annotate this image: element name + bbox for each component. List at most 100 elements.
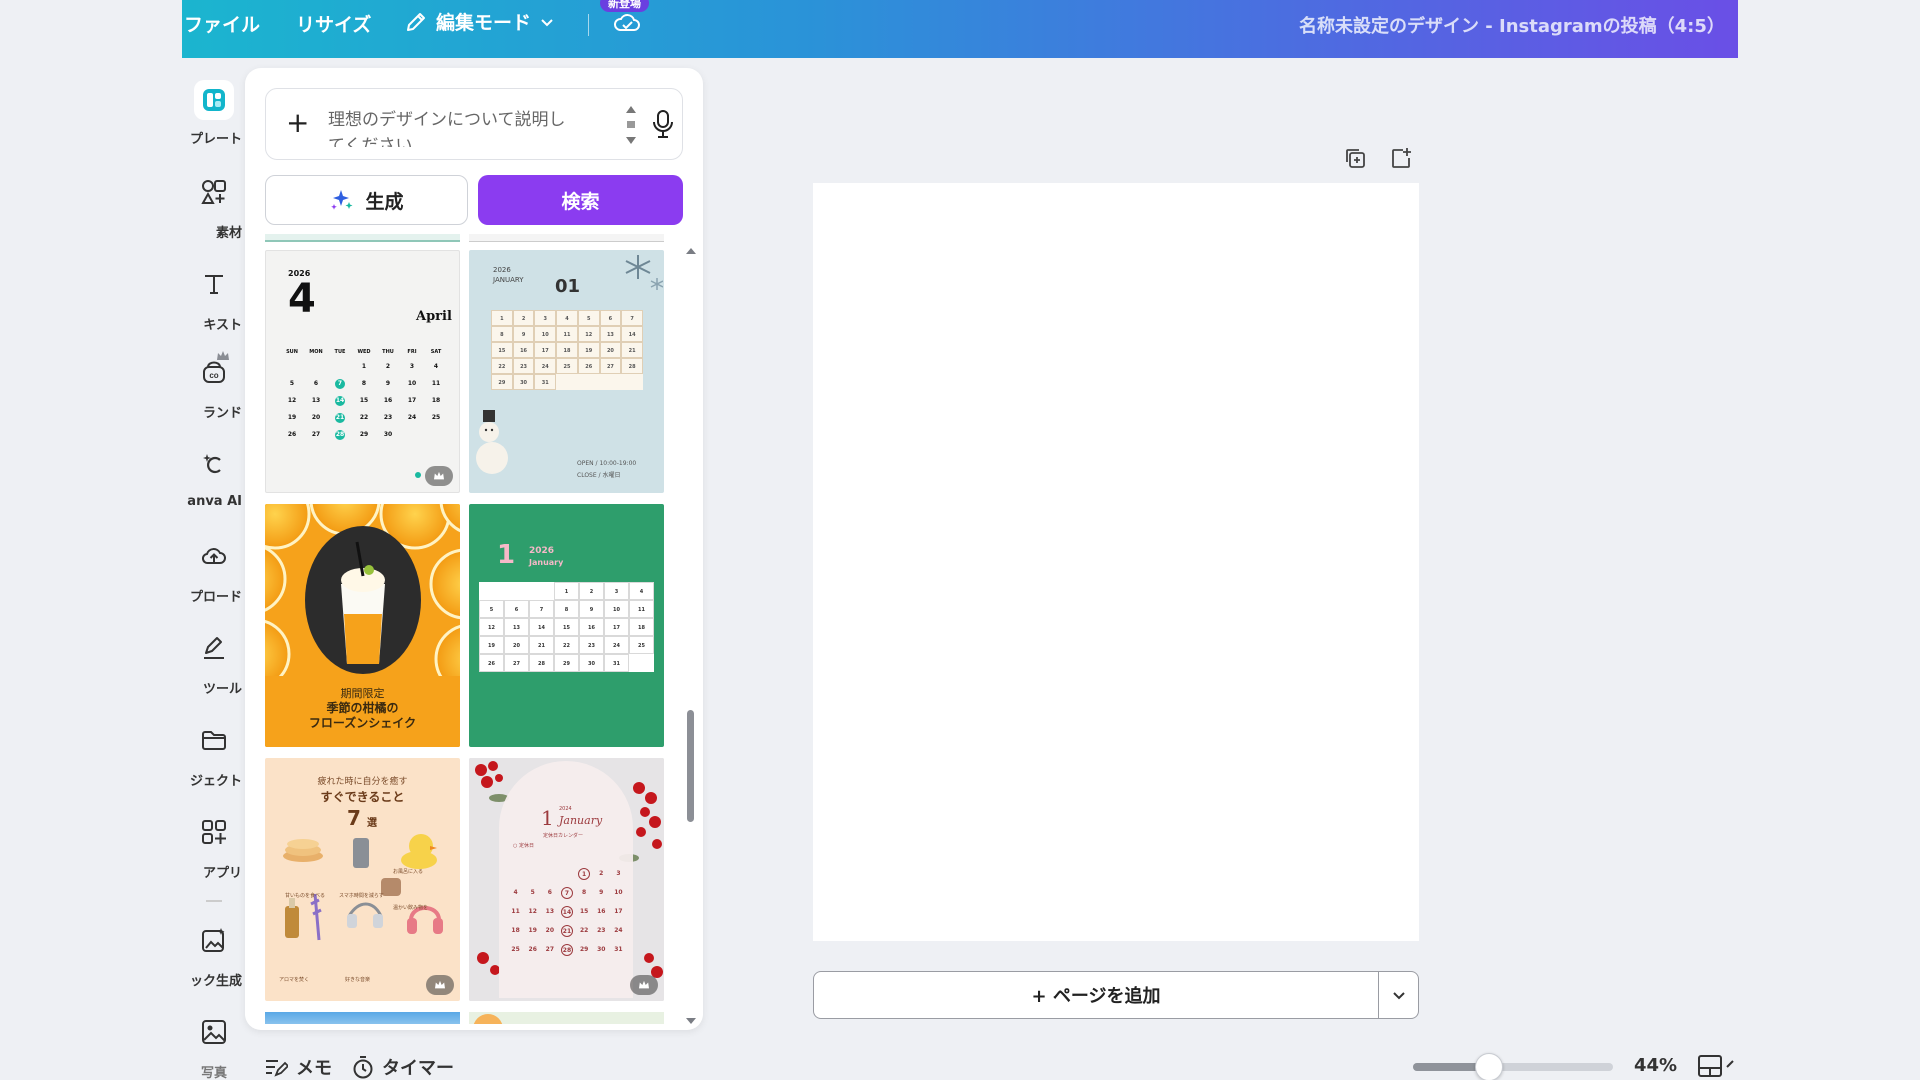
template-partial-bottom-left[interactable] bbox=[265, 1012, 460, 1024]
cal-month-name: January bbox=[529, 558, 564, 567]
duplicate-page-icon[interactable] bbox=[1343, 146, 1367, 170]
page-tools bbox=[1343, 146, 1413, 170]
design-prompt-input[interactable]: + 理想のデザインについて説明してください bbox=[265, 88, 683, 160]
rail-label: キスト bbox=[203, 318, 242, 333]
template-calendar-april[interactable]: 2026 4 April SUN MON TUE WED THU FRI SAT 1 2 3 4 5 6… bbox=[265, 250, 460, 493]
rail-label: プレート bbox=[189, 132, 242, 147]
add-page-button[interactable]: + ページを追加 bbox=[814, 972, 1378, 1018]
notes-button[interactable]: メモ bbox=[264, 1054, 332, 1080]
zoom-slider[interactable] bbox=[1413, 1053, 1613, 1080]
template-calendar-berry[interactable]: 1 2024 January 定休日カレンダー ○ 定休日 1234567891… bbox=[469, 758, 664, 1001]
page-grid-view-icon[interactable] bbox=[1697, 1053, 1737, 1079]
cal-day: 31 bbox=[604, 654, 629, 672]
microphone-icon[interactable] bbox=[651, 109, 675, 139]
rail-label: ック生成 bbox=[189, 974, 242, 989]
cal-day: 20 bbox=[545, 927, 555, 934]
rail-item-upload[interactable]: プロード bbox=[182, 542, 246, 626]
generate-button[interactable]: 生成 bbox=[265, 175, 468, 225]
zoom-level[interactable]: 44% bbox=[1634, 1055, 1677, 1076]
template-icon bbox=[203, 89, 225, 111]
chevron-down-icon bbox=[1393, 992, 1405, 1000]
rail-item-templates[interactable]: プレート bbox=[182, 80, 246, 164]
template-panel: + 理想のデザインについて説明してください 生成 検索 2026 4 April… bbox=[245, 68, 703, 1030]
scroll-down-icon[interactable] bbox=[686, 1016, 696, 1026]
scrollbar-thumb[interactable] bbox=[687, 710, 694, 822]
selfcare-item: スマホ時間を減らす bbox=[339, 893, 384, 899]
prompt-text[interactable]: 理想のデザインについて説明してください bbox=[328, 107, 580, 147]
cal-subtitle: 定休日カレンダー bbox=[543, 833, 584, 839]
upload-icon bbox=[201, 548, 226, 564]
cal-day: 27 bbox=[311, 431, 321, 438]
cal-day: 11 bbox=[629, 600, 654, 618]
rail-item-tools[interactable]: ツール bbox=[182, 634, 246, 718]
cal-day: 19 bbox=[577, 342, 600, 358]
cal-day: 26 bbox=[479, 654, 504, 672]
template-calendar-winter[interactable]: 2026 JANUARY 01 1 2 3 4 5 6 7 8 9 10 11 12 13 14 15 16 1… bbox=[469, 250, 664, 493]
cal-day: 2 bbox=[579, 582, 604, 600]
rail-item-projects[interactable]: ジェクト bbox=[182, 726, 246, 810]
cal-weekday: WED bbox=[357, 349, 371, 355]
cal-day: 8 bbox=[491, 326, 513, 342]
cal-day: 9 bbox=[385, 380, 391, 387]
crown-icon bbox=[639, 980, 649, 989]
menu-file[interactable]: ファイル bbox=[184, 10, 260, 37]
timer-button[interactable]: タイマー bbox=[352, 1054, 454, 1080]
template-calendar-green[interactable]: 1 2026 January 1 2 3 4 5 6 7 8 9 10 11 12 13 14 15 16 17… bbox=[469, 504, 664, 747]
template-partial-top-left[interactable] bbox=[265, 234, 460, 242]
timer-label: タイマー bbox=[382, 1058, 454, 1079]
text-icon bbox=[205, 275, 223, 294]
cal-day: 21 bbox=[560, 925, 573, 937]
template-selfcare[interactable]: 疲れた時に自分を癒す すぐできること 7 選 甘いものを食べる スマホ時間を減ら… bbox=[265, 758, 460, 1001]
cal-day: 14 bbox=[335, 396, 345, 406]
prompt-stepper-icon[interactable] bbox=[624, 103, 638, 147]
cal-day: 3 bbox=[409, 363, 415, 370]
promo-line-1: 期間限定 bbox=[340, 687, 385, 700]
rail-item-apps[interactable]: アプリ bbox=[182, 818, 246, 902]
cal-day: 20 bbox=[311, 414, 321, 421]
cal-blank bbox=[280, 362, 304, 372]
add-icon[interactable]: + bbox=[286, 109, 309, 137]
cal-day: 16 bbox=[383, 397, 393, 404]
selfcare-unit: 選 bbox=[367, 818, 377, 829]
crown-icon bbox=[435, 980, 445, 989]
notes-icon bbox=[266, 1060, 288, 1077]
cloud-sync-icon[interactable] bbox=[612, 8, 642, 38]
cal-day: 15 bbox=[491, 342, 513, 358]
menu-resize[interactable]: リサイズ bbox=[296, 10, 371, 37]
cal-day: 2 bbox=[385, 363, 391, 370]
cal-day: 22 bbox=[491, 358, 513, 374]
cal-grid: 1 2 3 4 5 6 7 8 9 10 11 12 13 14 15 16 17 18 19 20 21 22 23 24 2… bbox=[507, 868, 627, 956]
add-page-icon[interactable] bbox=[1389, 146, 1413, 170]
rail-item-brand[interactable]: co ランド bbox=[182, 351, 246, 442]
cal-day: 14 bbox=[560, 906, 573, 918]
chevron-down-icon bbox=[541, 18, 553, 26]
template-partial-bottom-right[interactable] bbox=[469, 1012, 664, 1024]
design-canvas-page[interactable] bbox=[813, 183, 1419, 941]
rail-item-photos[interactable]: 写真 bbox=[182, 1018, 246, 1080]
cal-day: 6 bbox=[599, 310, 622, 326]
rail-item-magic-media[interactable]: ック生成 bbox=[182, 926, 246, 1010]
cal-day: 28 bbox=[560, 944, 573, 956]
template-orange-shake[interactable]: 期間限定 季節の柑橘の フローズンシェイク bbox=[265, 504, 460, 747]
rail-item-text[interactable]: キスト bbox=[182, 270, 246, 354]
edit-mode-dropdown[interactable]: 編集モード bbox=[404, 8, 555, 35]
document-title[interactable]: 名称未設定のデザイン - Instagramの投稿（4:5） bbox=[1299, 12, 1725, 38]
rail-item-elements[interactable]: 素材 bbox=[182, 178, 246, 262]
cal-day: 11 bbox=[511, 908, 520, 915]
cal-day: 5 bbox=[577, 310, 600, 326]
crown-icon bbox=[217, 351, 229, 360]
zoom-slider-handle[interactable] bbox=[1475, 1053, 1503, 1080]
scroll-up-icon[interactable] bbox=[686, 246, 696, 256]
cal-day: 1 bbox=[361, 363, 367, 370]
add-page-options-button[interactable] bbox=[1379, 972, 1419, 1018]
template-grid: 2026 4 April SUN MON TUE WED THU FRI SAT 1 2 3 4 5 6… bbox=[265, 234, 665, 1024]
cal-day: 1 bbox=[578, 868, 591, 880]
panel-scrollbar[interactable] bbox=[683, 246, 697, 1026]
svg-text:co: co bbox=[209, 371, 218, 380]
cal-weekday: TUE bbox=[334, 349, 346, 355]
template-partial-top-right[interactable] bbox=[469, 234, 664, 242]
rail-item-canva-ai[interactable]: anva AI bbox=[182, 450, 246, 534]
search-button[interactable]: 検索 bbox=[478, 175, 683, 225]
rail-label: ランド bbox=[202, 406, 242, 421]
cal-day: 17 bbox=[614, 908, 623, 915]
